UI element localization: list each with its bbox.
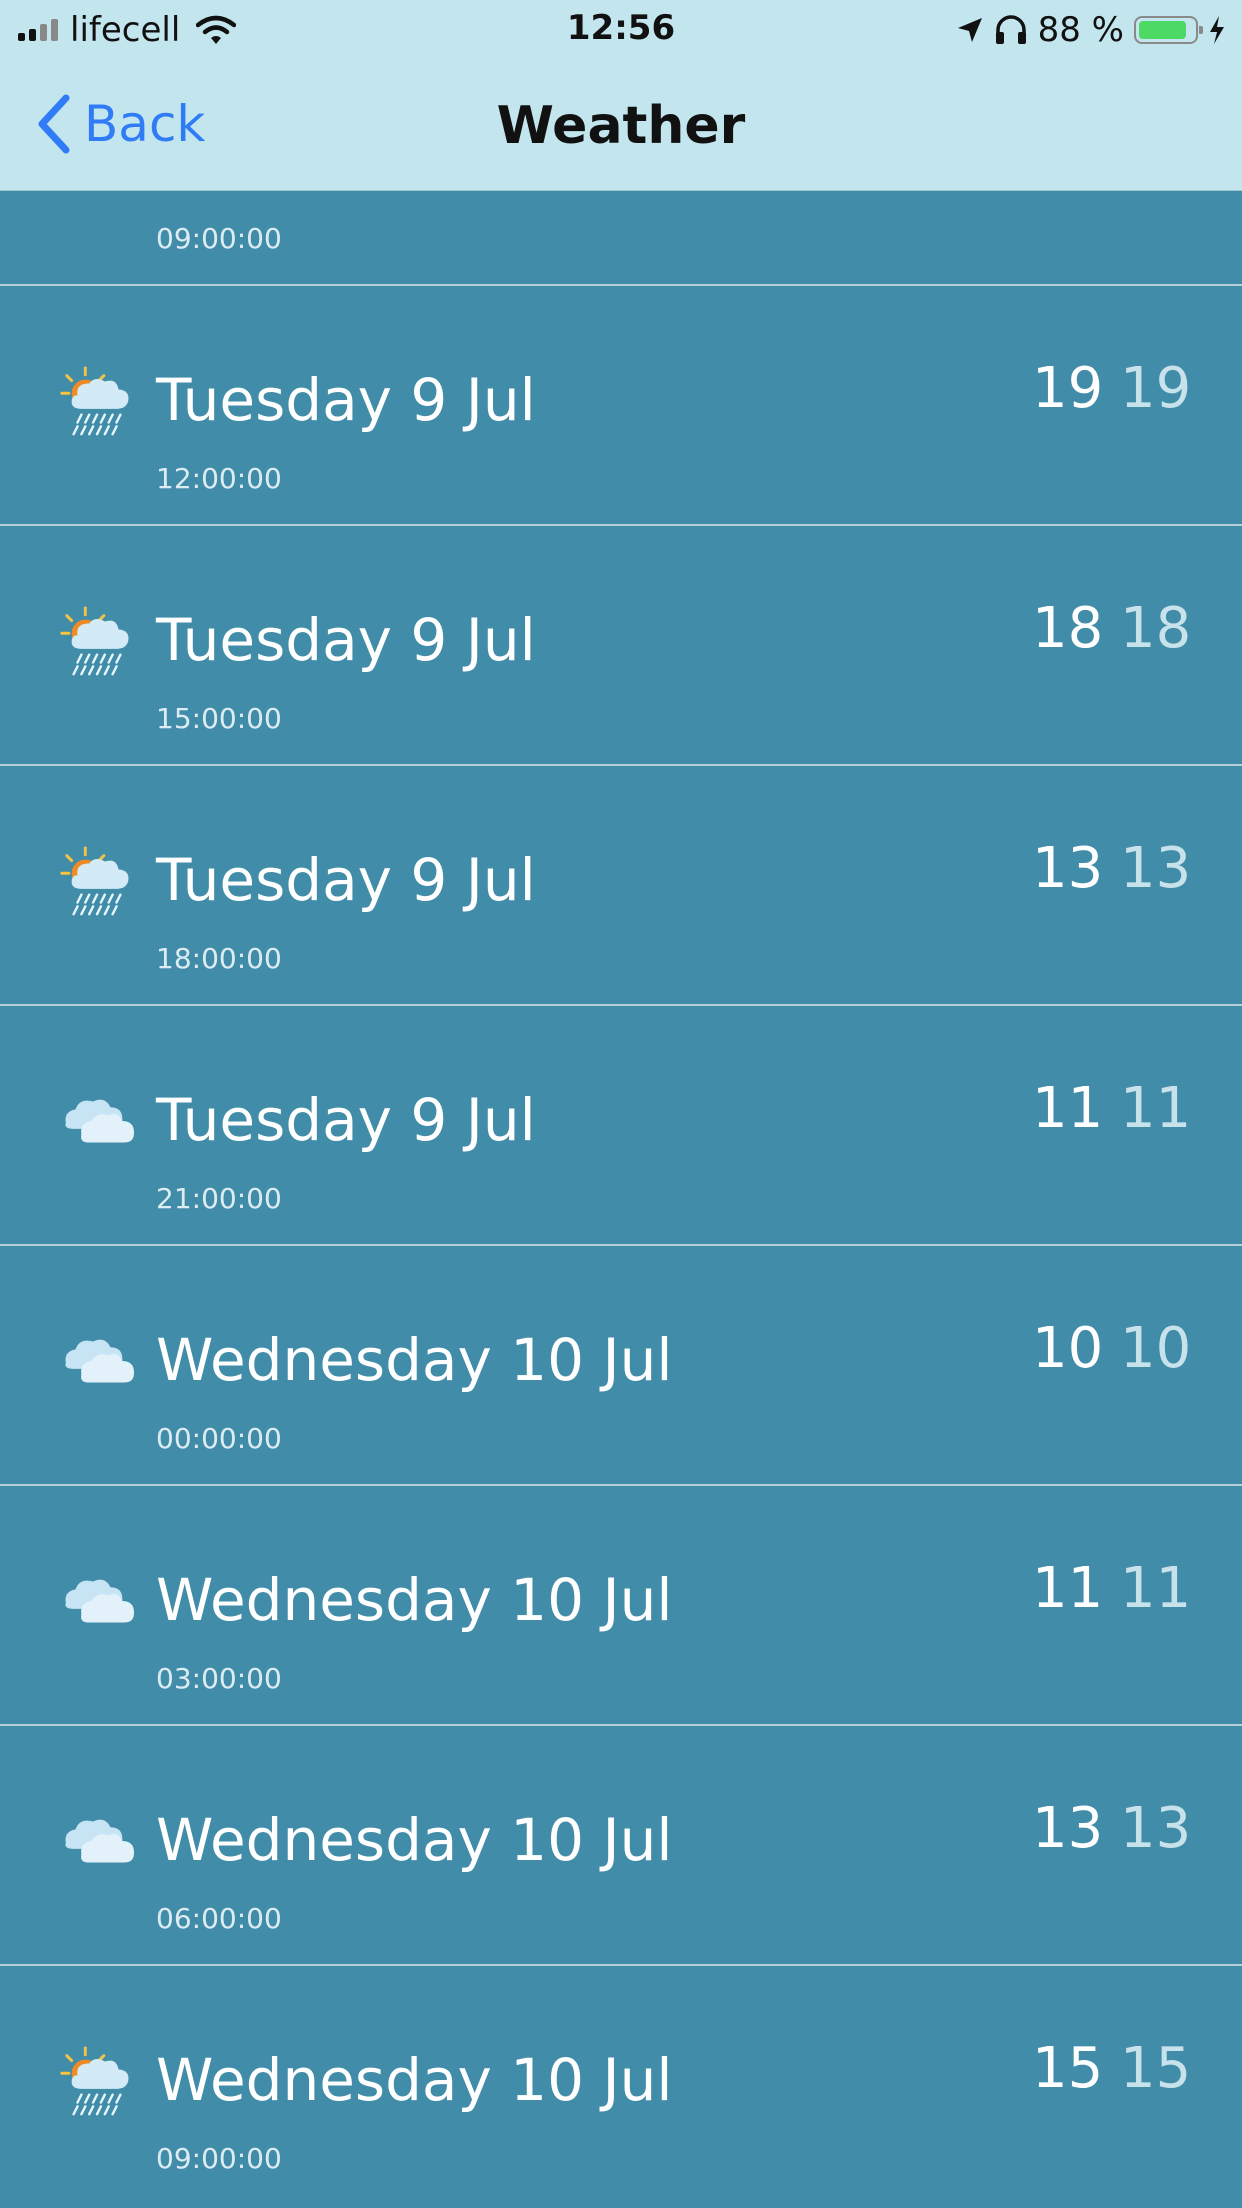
temperature: 13: [1032, 836, 1104, 901]
temperature: 19: [1032, 356, 1104, 421]
forecast-row[interactable]: Tuesday 9 Jul 18:00:00 13 13: [0, 766, 1242, 1006]
forecast-day: Wednesday 10 Jul: [156, 1566, 673, 1634]
sun-cloud-rain-icon: [58, 364, 136, 442]
sun-cloud-rain-icon: [58, 2044, 136, 2122]
forecast-day: Tuesday 9 Jul: [156, 846, 536, 914]
forecast-row[interactable]: Tuesday 9 Jul 21:00:00 11 11: [0, 1006, 1242, 1246]
forecast-day: Tuesday 9 Jul: [156, 366, 536, 434]
forecast-time: 15:00:00: [156, 702, 282, 735]
clouds-icon: [58, 1324, 136, 1402]
forecast-time: 06:00:00: [156, 1902, 282, 1935]
temperature: 15: [1032, 2036, 1104, 2101]
header: lifecell 12:56 88 % Back Weather: [0, 0, 1242, 191]
temperature-secondary: 13: [1120, 1796, 1192, 1861]
temperature-secondary: 19: [1120, 356, 1192, 421]
temperature: 13: [1032, 1796, 1104, 1861]
clouds-icon: [58, 1804, 136, 1882]
forecast-row[interactable]: Tuesday 9 Jul 15:00:00 18 18: [0, 526, 1242, 766]
forecast-time: 09:00:00: [156, 2142, 282, 2175]
sun-cloud-rain-icon: [58, 604, 136, 682]
clouds-icon: [58, 1084, 136, 1162]
temperature-secondary: 13: [1120, 836, 1192, 901]
location-arrow-icon: [957, 18, 982, 42]
forecast-row[interactable]: Tuesday 9 Jul 12:00:00 19 19: [0, 286, 1242, 526]
forecast-row[interactable]: Wednesday 10 Jul 06:00:00 13 13: [0, 1726, 1242, 1966]
navigation-bar: Back Weather: [0, 62, 1242, 190]
temperature-secondary: 15: [1120, 2036, 1192, 2101]
forecast-time: 00:00:00: [156, 1422, 282, 1455]
temperature: 11: [1032, 1556, 1104, 1621]
sun-cloud-rain-icon: [58, 844, 136, 922]
forecast-time: 21:00:00: [156, 1182, 282, 1215]
forecast-row[interactable]: Wednesday 10 Jul 03:00:00 11 11: [0, 1486, 1242, 1726]
forecast-time: 03:00:00: [156, 1662, 282, 1695]
headphones-icon: [995, 15, 1026, 44]
forecast-day: Tuesday 9 Jul: [156, 1086, 536, 1154]
forecast-time: 18:00:00: [156, 942, 282, 975]
forecast-row[interactable]: Wednesday 10 Jul 09:00:00 15 15: [0, 1966, 1242, 2206]
temperature-secondary: 11: [1120, 1556, 1192, 1621]
forecast-day: Wednesday 10 Jul: [156, 1806, 673, 1874]
forecast-day: Tuesday 9 Jul: [156, 606, 536, 674]
temperature: 11: [1032, 1076, 1104, 1141]
battery-icon: [1134, 16, 1203, 44]
temperature: 10: [1032, 1316, 1104, 1381]
temperature-secondary: 10: [1120, 1316, 1192, 1381]
status-bar: lifecell 12:56 88 %: [0, 0, 1242, 62]
forecast-day: Wednesday 10 Jul: [156, 1326, 673, 1394]
temperature: 18: [1032, 596, 1104, 661]
temperature-secondary: 11: [1120, 1076, 1192, 1141]
charging-bolt-icon: [1210, 16, 1224, 44]
forecast-row[interactable]: Wednesday 10 Jul 00:00:00 10 10: [0, 1246, 1242, 1486]
forecast-time: 09:00:00: [156, 222, 282, 255]
forecast-day: Wednesday 10 Jul: [156, 2046, 673, 2114]
battery-percent: 88 %: [1037, 10, 1124, 50]
forecast-time: 12:00:00: [156, 462, 282, 495]
clouds-icon: [58, 1564, 136, 1642]
temperature-secondary: 18: [1120, 596, 1192, 661]
page-title: Weather: [496, 96, 746, 156]
